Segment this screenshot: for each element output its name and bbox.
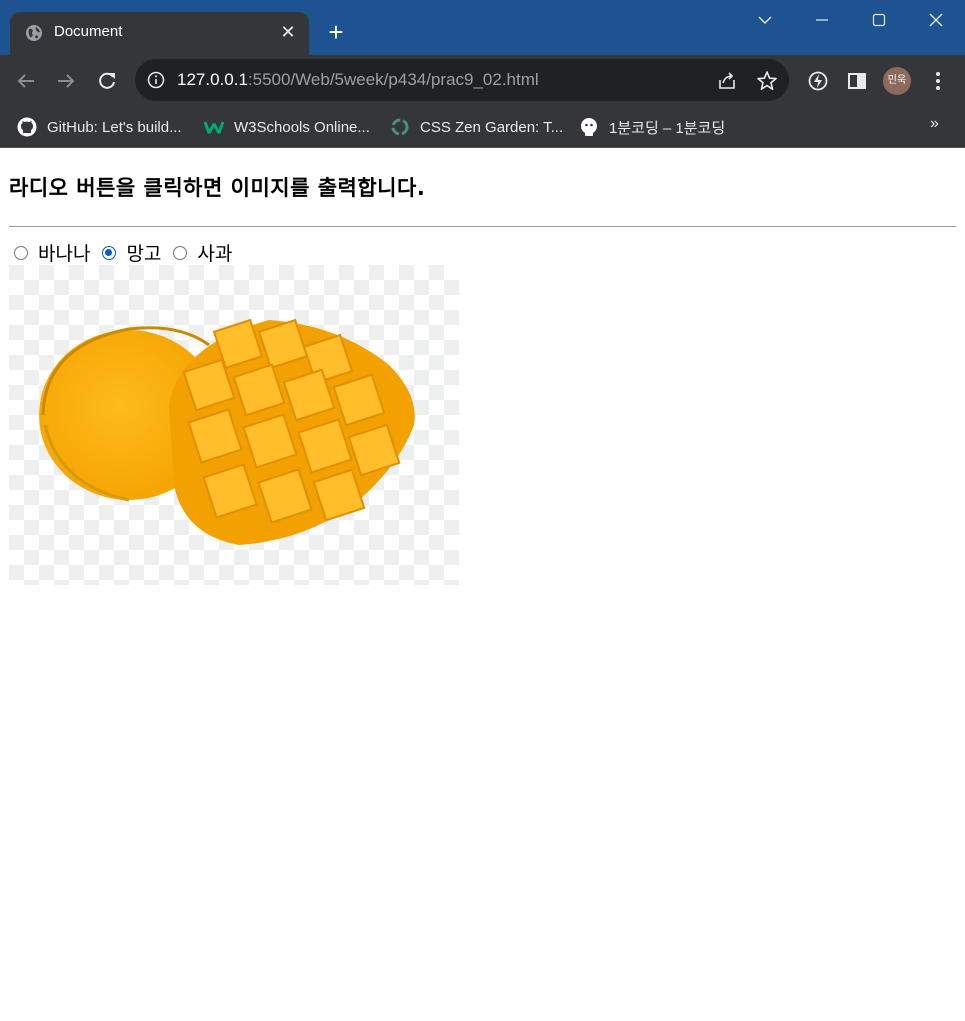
site-info-icon[interactable] <box>147 71 165 89</box>
bookmark-1bun-coding[interactable]: 1분코딩 – 1분코딩 <box>579 114 725 140</box>
browser-toolbar: 127.0.0.1:5500/Web/5week/p434/prac9_02.h… <box>0 55 965 107</box>
page-heading: 라디오 버튼을 클릭하면 이미지를 출력합니다. <box>9 176 426 200</box>
new-tab-button[interactable]: + <box>322 18 350 46</box>
tab-search-icon[interactable] <box>753 8 777 32</box>
close-window-icon[interactable] <box>924 8 948 32</box>
bookmarks-bar: GitHub: Let's build... W3Schools Online.… <box>0 107 965 148</box>
profile-avatar[interactable]: 민욱 <box>883 67 911 95</box>
forward-icon[interactable] <box>54 69 78 93</box>
browser-tab[interactable]: Document ✕ <box>10 12 309 55</box>
globe-icon <box>26 25 42 41</box>
back-icon[interactable] <box>14 69 38 93</box>
tab-close-icon[interactable]: ✕ <box>278 23 298 43</box>
mango-image <box>9 265 459 585</box>
bookmark-label: 1분코딩 – 1분코딩 <box>609 119 726 137</box>
w3schools-icon <box>204 121 224 134</box>
extension-icon[interactable] <box>806 69 830 93</box>
tab-title: Document <box>54 23 123 40</box>
bookmark-w3schools[interactable]: W3Schools Online... <box>204 114 370 140</box>
bookmark-label: GitHub: Let's build... <box>47 118 182 136</box>
bookmark-github[interactable]: GitHub: Let's build... <box>17 114 182 140</box>
radio-banana-label[interactable]: 바나나 <box>38 239 90 266</box>
maximize-icon[interactable] <box>867 8 891 32</box>
share-icon[interactable] <box>716 70 738 92</box>
bookmark-label: CSS Zen Garden: T... <box>420 118 564 136</box>
bookmarks-overflow-button[interactable]: » <box>930 115 939 133</box>
1bun-coding-icon <box>581 118 597 136</box>
radio-banana[interactable] <box>14 245 28 260</box>
fruit-radio-group: 바나나 망고 사과 <box>14 239 244 266</box>
url-path: :5500/Web/5week/p434/prac9_02.html <box>247 70 539 89</box>
bookmark-css-zen-garden[interactable]: CSS Zen Garden: T... <box>390 114 563 140</box>
radio-apple[interactable] <box>173 245 188 260</box>
minimize-icon[interactable] <box>810 8 834 32</box>
bookmark-star-icon[interactable] <box>756 70 778 92</box>
radio-apple-label[interactable]: 사과 <box>197 239 232 266</box>
side-panel-icon[interactable] <box>845 69 869 93</box>
page-content: 라디오 버튼을 클릭하면 이미지를 출력합니다. 바나나 망고 사과 <box>0 148 965 1021</box>
radio-mango-label[interactable]: 망고 <box>126 239 161 266</box>
radio-mango[interactable] <box>102 245 117 260</box>
reload-icon[interactable] <box>95 69 119 93</box>
url-host: 127.0.0.1 <box>177 70 248 89</box>
address-bar[interactable]: 127.0.0.1:5500/Web/5week/p434/prac9_02.h… <box>135 59 789 101</box>
divider <box>9 226 956 227</box>
menu-kebab-icon[interactable] <box>926 69 950 93</box>
browser-titlebar: Document ✕ + <box>0 0 965 55</box>
bookmark-label: W3Schools Online... <box>234 118 370 136</box>
github-icon <box>17 117 37 137</box>
zen-garden-icon <box>391 118 409 136</box>
url-text[interactable]: 127.0.0.1:5500/Web/5week/p434/prac9_02.h… <box>177 70 539 90</box>
